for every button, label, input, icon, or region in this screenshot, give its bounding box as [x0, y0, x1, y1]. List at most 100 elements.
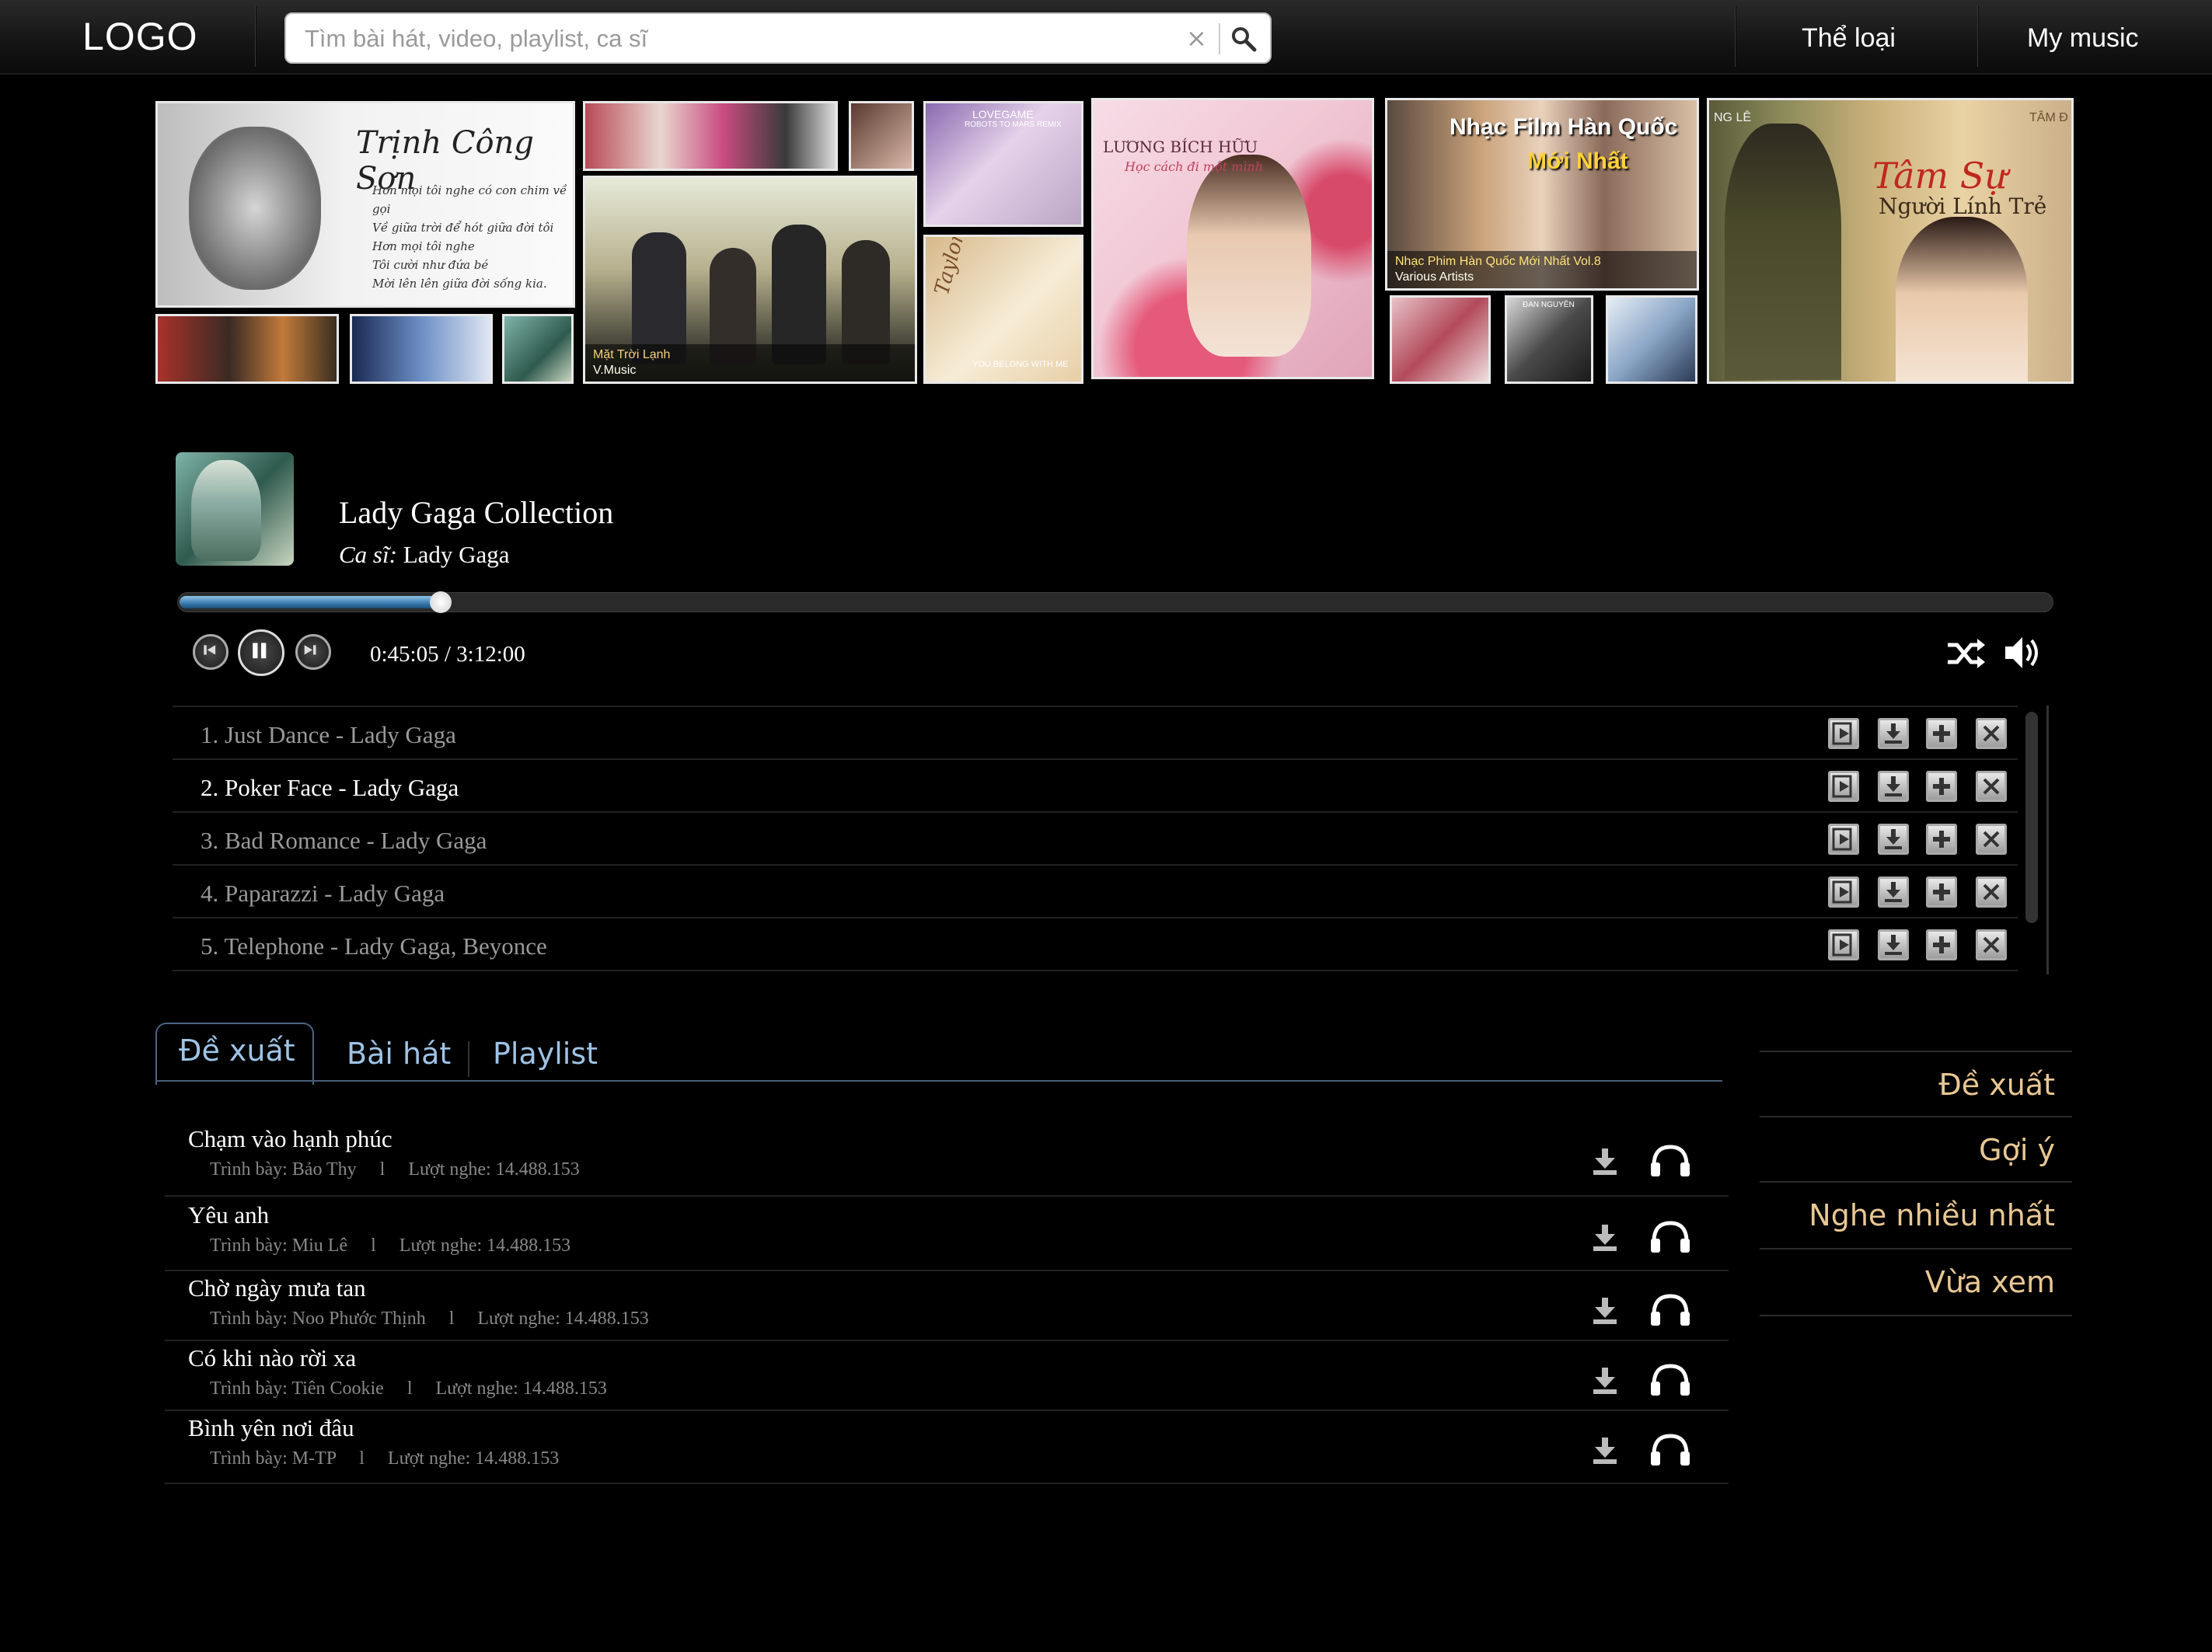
banner-nhac-film-han-quoc[interactable]: Nhạc Film Hàn Quốc Mới Nhất Nhạc Phim Hà… [1385, 98, 1699, 291]
artist-name[interactable]: Lady Gaga [403, 541, 510, 568]
sidebar-item-label: Gợi ý [1979, 1133, 2055, 1167]
pause-icon [253, 643, 267, 659]
tab-de-xuat[interactable]: Đề xuất [179, 1033, 295, 1068]
download-icon[interactable] [1592, 1436, 1618, 1466]
add-track-button[interactable] [1926, 929, 1957, 960]
track-row[interactable]: 1. Just Dance - Lady Gaga [173, 706, 2018, 758]
track-name[interactable]: 4. Paparazzi - Lady Gaga [201, 880, 445, 908]
clear-icon[interactable]: × [1186, 23, 1207, 53]
remove-track-button[interactable] [1976, 771, 2007, 802]
download-icon[interactable] [1592, 1223, 1618, 1253]
song-title[interactable]: Có khi nào rời xa [188, 1344, 356, 1372]
song-row[interactable]: Có khi nào rời xa Trình bày: Tiên Cookie … [165, 1341, 1729, 1411]
divider [1735, 6, 1736, 67]
add-track-button[interactable] [1926, 877, 1957, 908]
song-row[interactable]: Chờ ngày mưa tan Trình bày: Noo Phước Thị… [165, 1271, 1729, 1341]
track-row[interactable]: 2. Poker Face - Lady Gaga [173, 758, 2018, 811]
play-track-button[interactable] [1828, 718, 1859, 749]
banner-tam-su-nguoi-linh-tre[interactable]: Tâm Sự Người Lính Trẻ TÂM Đ NG LÊ [1707, 98, 2074, 384]
sidebar-item-nghe-nhieu-nhat[interactable]: Nghe nhiều nhất [1760, 1181, 2072, 1248]
banner-thumb[interactable] [1606, 295, 1697, 384]
banner-thumb[interactable]: ĐAN NGUYÊN [1505, 295, 1593, 384]
download-track-button[interactable] [1878, 718, 1909, 749]
song-title[interactable]: Yêu anh [188, 1201, 269, 1229]
progress-bar[interactable] [177, 591, 2053, 613]
banner-luong-bich-huu[interactable]: LƯƠNG BÍCH HỮU Học cách đi một mình [1091, 98, 1374, 379]
banner-lovegame[interactable]: LOVEGAME ROBOTS TO MARS REMIX [923, 101, 1083, 227]
sidebar-item-de-xuat[interactable]: Đề xuất [1760, 1051, 2072, 1117]
banner-text: Nhạc Film Hàn Quốc [1450, 114, 1678, 140]
search-box: × [284, 12, 1272, 64]
sidebar-item-goi-y[interactable]: Gợi ý [1760, 1116, 2072, 1183]
nav-my-music[interactable]: My music [2027, 23, 2139, 54]
download-track-button[interactable] [1878, 877, 1909, 908]
headphones-icon[interactable] [1649, 1431, 1691, 1467]
song-title[interactable]: Chờ ngày mưa tan [188, 1274, 366, 1302]
track-name[interactable]: 5. Telephone - Lady Gaga, Beyonce [201, 932, 547, 960]
banner-taylor-swift[interactable]: Taylor Swift YOU BELONG WITH ME [923, 235, 1083, 384]
banner-thumb[interactable] [350, 314, 493, 384]
shuffle-icon[interactable] [1946, 637, 1985, 670]
close-icon [1983, 936, 2000, 953]
track-list-scrollbar[interactable] [2025, 712, 2038, 923]
track-name[interactable]: 1. Just Dance - Lady Gaga [201, 721, 456, 749]
track-row[interactable]: 3. Bad Romance - Lady Gaga [173, 811, 2018, 864]
tab-bai-hat[interactable]: Bài hát [347, 1037, 451, 1071]
search-icon[interactable] [1230, 25, 1258, 53]
track-name[interactable]: 2. Poker Face - Lady Gaga [201, 774, 459, 802]
download-track-button[interactable] [1878, 929, 1909, 960]
banner-mat-troi-lanh[interactable]: Mặt Trời Lạnh V.Music [583, 176, 917, 384]
song-row[interactable]: Chạm vào hạnh phúc Trình bày: Bảo Thy l L… [165, 1122, 1729, 1197]
headphones-icon[interactable] [1649, 1361, 1691, 1397]
figure-shape [1725, 124, 1841, 380]
volume-icon[interactable] [2002, 634, 2041, 671]
download-icon[interactable] [1592, 1296, 1618, 1326]
logo[interactable]: LOGO [82, 14, 197, 59]
play-icon [1832, 775, 1852, 798]
download-icon[interactable] [1592, 1147, 1618, 1176]
banner-thumb[interactable] [502, 314, 574, 384]
banner-text: ĐAN NGUYÊN [1523, 301, 1575, 309]
remove-track-button[interactable] [1976, 718, 2007, 749]
search-input[interactable] [305, 22, 1144, 56]
track-row[interactable]: 5. Telephone - Lady Gaga, Beyonce [173, 917, 2018, 970]
banner-text: Taylor Swift [930, 235, 986, 298]
headphones-icon[interactable] [1649, 1142, 1691, 1178]
download-icon[interactable] [1592, 1366, 1618, 1396]
time-display: 0:45:05 / 3:12:00 [370, 642, 525, 667]
song-row[interactable]: Bình yên nơi đâu Trình bày: M-TP l Lượt n… [165, 1411, 1729, 1484]
previous-button[interactable] [193, 634, 229, 670]
plus-icon [1933, 884, 1950, 901]
nav-genre[interactable]: Thể loại [1802, 23, 1896, 54]
play-track-button[interactable] [1828, 824, 1859, 855]
tab-playlist[interactable]: Playlist [493, 1037, 598, 1071]
banner-trinh-cong-son[interactable]: Trịnh Công Sơn Hơn mọi tôi nghe có con c… [155, 101, 575, 308]
next-button[interactable] [295, 634, 331, 670]
song-row[interactable]: Yêu anh Trình bày: Miu Lê l Lượt nghe: 14… [165, 1198, 1729, 1271]
progress-fill [180, 596, 442, 608]
headphones-icon[interactable] [1649, 1218, 1691, 1254]
progress-handle[interactable] [430, 591, 452, 613]
play-track-button[interactable] [1828, 771, 1859, 802]
play-track-button[interactable] [1828, 929, 1859, 960]
remove-track-button[interactable] [1976, 824, 2007, 855]
banner-thumb[interactable] [849, 101, 914, 171]
song-title[interactable]: Chạm vào hạnh phúc [188, 1125, 393, 1153]
remove-track-button[interactable] [1976, 877, 2007, 908]
add-track-button[interactable] [1926, 718, 1957, 749]
headphones-icon[interactable] [1649, 1291, 1691, 1327]
sidebar-item-vua-xem[interactable]: Vừa xem [1760, 1248, 2072, 1315]
remove-track-button[interactable] [1976, 929, 2007, 960]
download-track-button[interactable] [1878, 771, 1909, 802]
download-track-button[interactable] [1878, 824, 1909, 855]
banner-thumb[interactable] [155, 314, 339, 384]
song-title[interactable]: Bình yên nơi đâu [188, 1414, 354, 1442]
banner-thumb[interactable] [1390, 295, 1491, 384]
banner-thumb[interactable] [583, 101, 838, 171]
track-name[interactable]: 3. Bad Romance - Lady Gaga [201, 827, 487, 855]
track-row[interactable]: 4. Paparazzi - Lady Gaga [173, 864, 2018, 917]
add-track-button[interactable] [1926, 771, 1957, 802]
pause-button[interactable] [238, 629, 284, 676]
play-track-button[interactable] [1828, 877, 1859, 908]
add-track-button[interactable] [1926, 824, 1957, 855]
